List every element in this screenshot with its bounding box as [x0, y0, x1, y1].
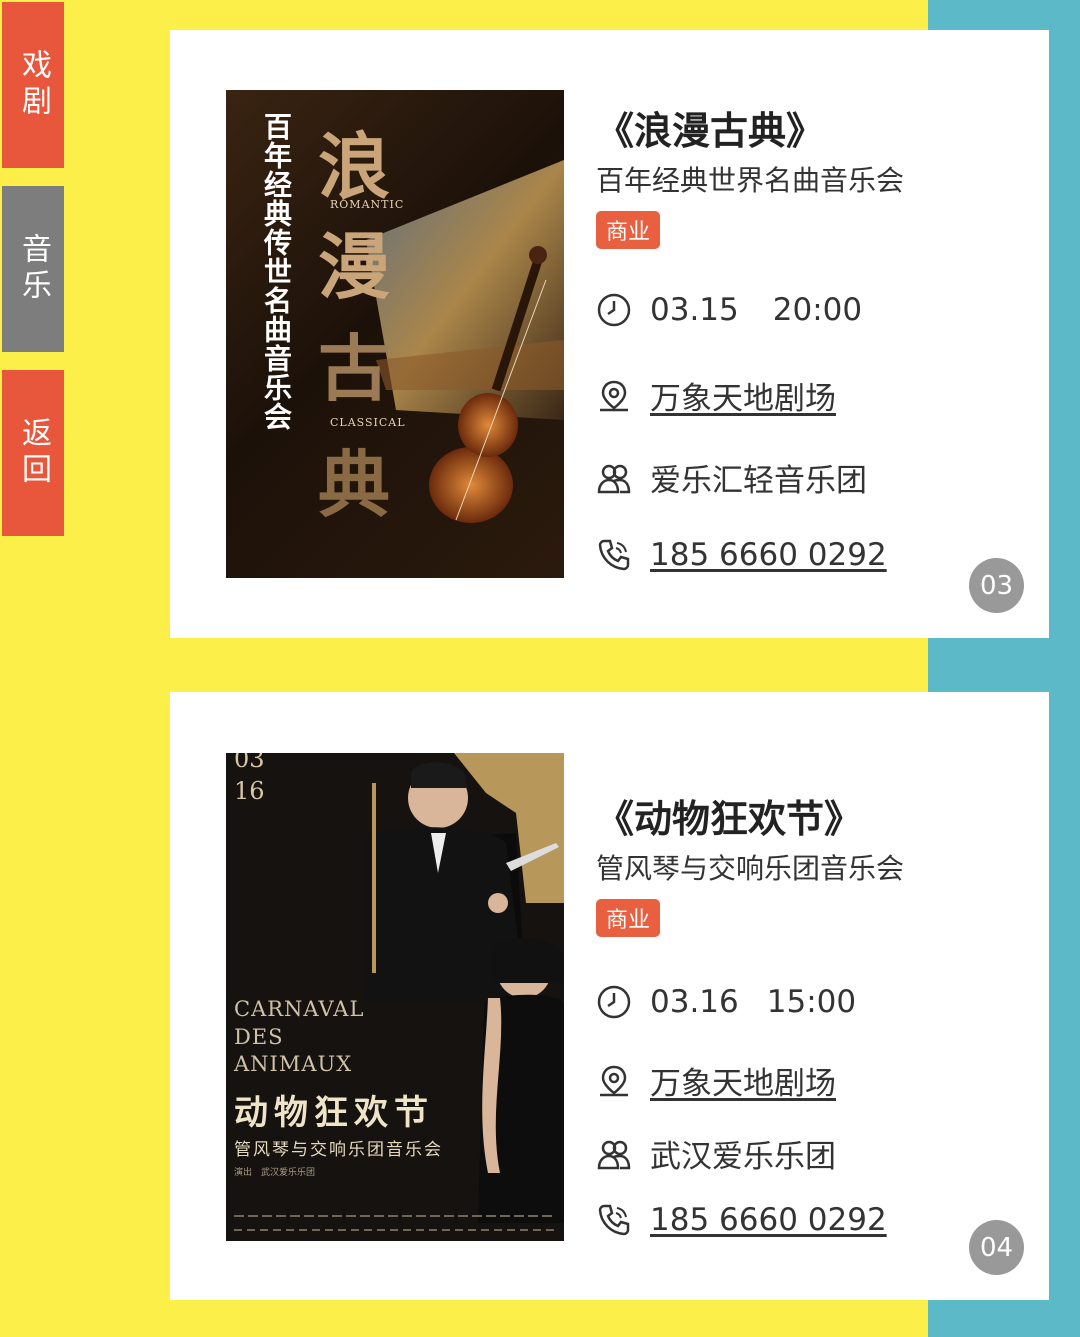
group-icon: [597, 1140, 631, 1169]
event-poster-2[interactable]: 03 16 CARNAVAL DES ANIMAUX 动物狂欢节 管风琴与交响乐…: [226, 753, 564, 1241]
event-phone-link[interactable]: 185 6660 0292: [650, 1202, 887, 1238]
event-tag: 商业: [596, 899, 661, 937]
poster-en-line-1: CARNAVAL: [234, 997, 365, 1021]
clock-icon: [597, 985, 631, 1019]
poster-vertical-title: 百年经典传世名曲音乐会: [260, 112, 293, 431]
event-venue-link[interactable]: 万象天地剧场: [650, 1058, 836, 1103]
poster-fineprint-2: [234, 1229, 554, 1231]
phone-icon: [598, 1204, 630, 1236]
page-number-badge: 03: [969, 558, 1024, 613]
poster-big-char-3: 古: [318, 326, 391, 411]
event-info-2: 《动物狂欢节》 管风琴与交响乐团音乐会 商业: [596, 788, 1029, 937]
event-time: 20:00: [772, 292, 863, 328]
poster-cn-title: 动物狂欢节: [234, 1093, 434, 1133]
event-card-1[interactable]: 百年经典传世名曲音乐会 浪 ROMANTIC 漫 古 CLASSICAL 典 《…: [170, 30, 1049, 638]
poster-date-top: 03: [234, 753, 265, 773]
nav-back-button[interactable]: 返回: [2, 370, 64, 536]
location-pin-icon: [600, 380, 628, 411]
event-performer: 爱乐汇轻音乐团: [650, 463, 867, 499]
group-icon: [597, 464, 631, 493]
event-date: 03.15: [650, 292, 739, 328]
event-performer: 武汉爱乐乐团: [650, 1139, 836, 1175]
event-time: 15:00: [766, 984, 857, 1020]
poster-cn-small: 演出 武汉爱乐乐团: [234, 1168, 316, 1178]
event-tag: 商业: [596, 211, 661, 249]
event-phone-link[interactable]: 185 6660 0292: [650, 537, 887, 573]
event-poster-1[interactable]: 百年经典传世名曲音乐会 浪 ROMANTIC 漫 古 CLASSICAL 典: [226, 90, 564, 578]
event-date: 03.16: [650, 984, 739, 1020]
nav-tab-drama[interactable]: 戏剧: [2, 2, 64, 168]
event-performer-row: 爱乐汇轻音乐团: [596, 455, 867, 500]
poster-cn-sub: 管风琴与交响乐团音乐会: [234, 1140, 443, 1160]
event-venue-row[interactable]: 万象天地剧场: [596, 1058, 836, 1103]
poster-en-line-2: DES: [234, 1025, 284, 1049]
teal-accent-right-1: [1049, 0, 1080, 1337]
event-subtitle: 管风琴与交响乐团音乐会: [596, 852, 905, 885]
event-title: 《动物狂欢节》: [596, 797, 863, 841]
poster-big-char-4: 典: [318, 442, 391, 527]
event-subtitle: 百年经典世界名曲音乐会: [596, 164, 905, 197]
poster-big-char-2: 漫: [318, 224, 391, 309]
event-venue-row[interactable]: 万象天地剧场: [596, 373, 836, 418]
phone-icon: [598, 539, 630, 571]
nav-tab-music[interactable]: 音乐: [2, 186, 64, 352]
event-datetime: 03.15 20:00: [596, 292, 862, 328]
clock-icon: [597, 293, 631, 327]
event-info-1: 《浪漫古典》 百年经典世界名曲音乐会 商业: [596, 100, 1029, 249]
teal-accent-bottom: [928, 1300, 1080, 1337]
event-title: 《浪漫古典》: [596, 109, 825, 153]
location-pin-icon: [600, 1065, 628, 1096]
poster-fineprint: [234, 1215, 554, 1217]
event-phone-row[interactable]: 185 6660 0292: [596, 1202, 887, 1238]
event-datetime: 03.16 15:00: [596, 984, 856, 1020]
poster-en-line-3: ANIMAUX: [234, 1052, 353, 1076]
event-performer-row: 武汉爱乐乐团: [596, 1131, 836, 1176]
event-phone-row[interactable]: 185 6660 0292: [596, 537, 887, 573]
event-venue-link[interactable]: 万象天地剧场: [650, 373, 836, 418]
event-card-2[interactable]: 03 16 CARNAVAL DES ANIMAUX 动物狂欢节 管风琴与交响乐…: [170, 692, 1049, 1300]
page-number-badge: 04: [969, 1220, 1024, 1275]
poster-date-day: 16: [234, 777, 265, 805]
